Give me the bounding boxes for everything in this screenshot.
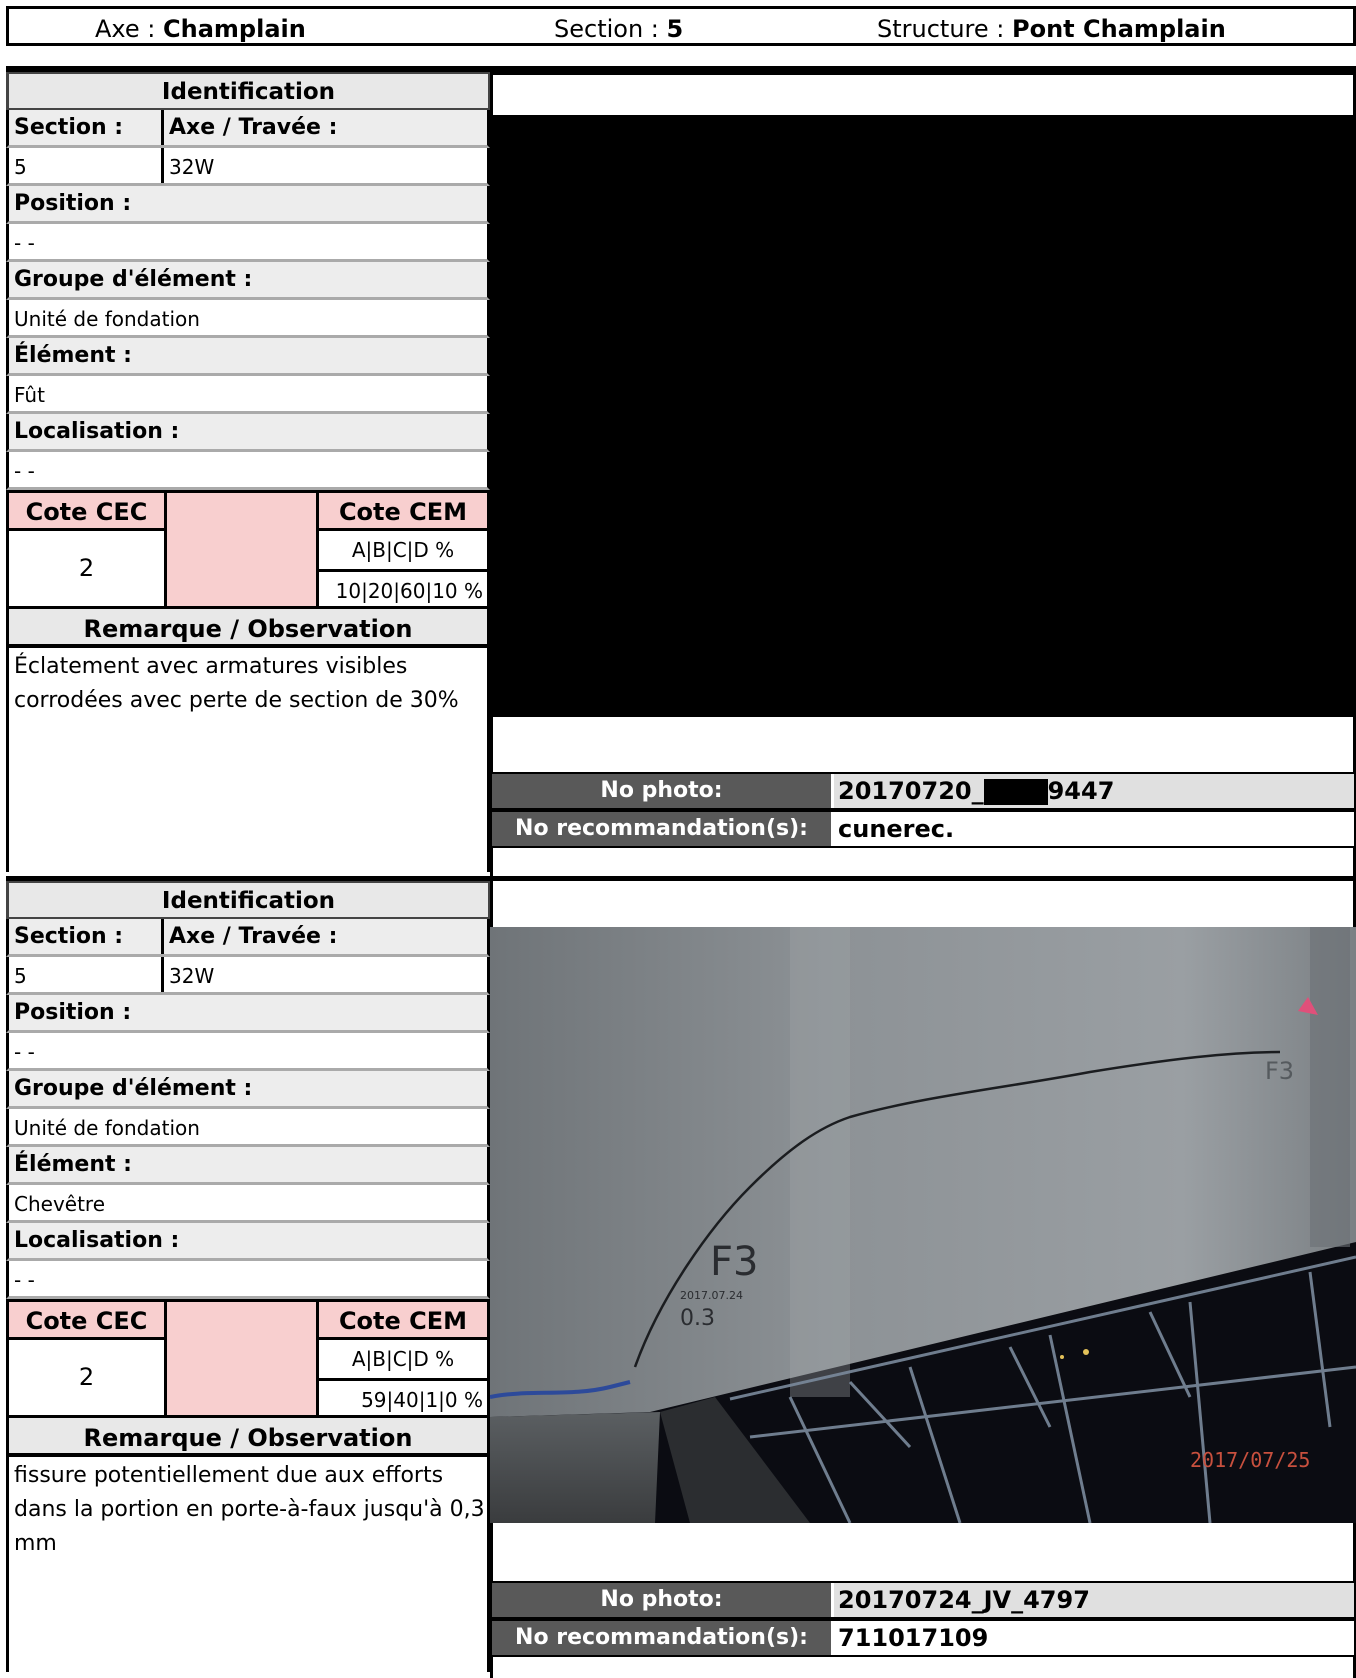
photo-marker-date: 2017.07.24 <box>680 1289 743 1302</box>
element-label: Élément : <box>6 1147 490 1185</box>
groupe-label: Groupe d'élément : <box>6 262 490 300</box>
inspection-record-2: Identification Section : Axe / Travée : … <box>6 881 1356 1678</box>
photo-number-value: 20170724_JV_4797 <box>834 1583 1354 1617</box>
section-label: Section : <box>9 919 164 954</box>
cote-section: Cote CEC 2 Cote CEM A|B|C|D % 10|20|60|1… <box>6 490 490 606</box>
photo-timestamp: 2017/07/25 <box>1190 1448 1310 1472</box>
cem-values: 10|20|60|10 % <box>319 569 487 607</box>
header-section: Section : 5 <box>554 15 683 43</box>
element-value: Fût <box>6 376 490 414</box>
remarque-title: Remarque / Observation <box>6 606 490 648</box>
localisation-value: - - <box>6 452 490 490</box>
photo-info-table: No photo: 20170724_JV_4797 No recommanda… <box>490 1581 1356 1678</box>
photo-frame <box>490 72 1356 786</box>
cote-section: Cote CEC 2 Cote CEM A|B|C|D % 59|40|1|0 … <box>6 1299 490 1415</box>
remarque-title: Remarque / Observation <box>6 1415 490 1457</box>
axe-travee-value: 32W <box>164 957 487 992</box>
cote-cec-value: 2 <box>78 1363 95 1391</box>
cote-cec-label: Cote CEC <box>9 493 164 531</box>
recommandation-row: No recommandation(s): 711017109 <box>490 1619 1356 1657</box>
groupe-label: Groupe d'élément : <box>6 1071 490 1109</box>
identification-title: Identification <box>6 881 490 919</box>
spacer <box>490 848 1356 876</box>
header-axe-label: Axe : <box>95 15 156 43</box>
identification-title: Identification <box>6 72 490 110</box>
header-section-value: 5 <box>666 15 684 43</box>
photo-number-row: No photo: 20170724_JV_4797 <box>490 1581 1356 1619</box>
position-value: - - <box>6 224 490 262</box>
cote-spacer <box>164 1302 319 1415</box>
axe-travee-value: 32W <box>164 148 487 183</box>
photo-crack-label-2: F3 <box>1265 1057 1294 1085</box>
groupe-value: Unité de fondation <box>6 300 490 338</box>
recommandation-label: No recommandation(s): <box>492 1621 834 1655</box>
inspection-record-1: Identification Section : Axe / Travée : … <box>6 72 1356 878</box>
element-value: Chevêtre <box>6 1185 490 1223</box>
photo-marker-width: 0.3 <box>680 1306 715 1331</box>
cem-header: A|B|C|D % <box>351 538 455 562</box>
cem-header: A|B|C|D % <box>351 1347 455 1371</box>
inspection-photo: F3 F3 2017.07.24 0.3 2017/07/25 <box>490 927 1356 1523</box>
photo-number-prefix: 20170720_ <box>838 777 984 805</box>
redacted-photo <box>490 115 1356 717</box>
header-axe: Axe : Champlain <box>95 15 306 43</box>
section-axe-labels: Section : Axe / Travée : <box>6 110 490 148</box>
section-axe-values: 5 32W <box>6 957 490 995</box>
photo-frame: F3 F3 2017.07.24 0.3 2017/07/25 <box>490 881 1356 1581</box>
axe-travee-label: Axe / Travée : <box>164 919 487 954</box>
section-value: 5 <box>9 957 164 992</box>
header-axe-value: Champlain <box>163 15 306 43</box>
recommandation-label: No recommandation(s): <box>492 812 834 846</box>
identification-panel: Identification Section : Axe / Travée : … <box>6 72 490 872</box>
localisation-label: Localisation : <box>6 1223 490 1261</box>
cote-spacer <box>164 493 319 606</box>
groupe-value: Unité de fondation <box>6 1109 490 1147</box>
recommandation-row: No recommandation(s): cunerec. <box>490 810 1356 848</box>
section-label: Section : <box>9 110 164 145</box>
axe-travee-label: Axe / Travée : <box>164 110 487 145</box>
recommandation-value: 711017109 <box>838 1624 989 1652</box>
section-axe-values: 5 32W <box>6 148 490 186</box>
header-structure-value: Pont Champlain <box>1012 15 1226 43</box>
photo-number-label: No photo: <box>492 774 834 808</box>
header-structure-label: Structure : <box>877 15 1005 43</box>
photo-number-row: No photo: 20170720_ 9447 <box>490 772 1356 810</box>
cote-cec-label: Cote CEC <box>9 1302 164 1340</box>
cote-cec-value: 2 <box>78 554 95 582</box>
photo-number-label: No photo: <box>492 1583 834 1617</box>
document-header: Axe : Champlain Section : 5 Structure : … <box>6 6 1356 46</box>
header-structure: Structure : Pont Champlain <box>877 15 1226 43</box>
cem-values: 59|40|1|0 % <box>319 1378 487 1416</box>
recommandation-value: cunerec. <box>838 815 955 843</box>
cote-cem-label: Cote CEM <box>319 493 487 531</box>
section-value: 5 <box>9 148 164 183</box>
photo-number-suffix: 9447 <box>1047 777 1115 805</box>
identification-panel: Identification Section : Axe / Travée : … <box>6 881 490 1672</box>
position-label: Position : <box>6 995 490 1033</box>
redaction-bar <box>983 779 1048 805</box>
header-section-label: Section : <box>554 15 659 43</box>
section-axe-labels: Section : Axe / Travée : <box>6 919 490 957</box>
element-label: Élément : <box>6 338 490 376</box>
remarque-text: fissure potentiellement due aux efforts … <box>6 1457 490 1672</box>
remarque-text: Éclatement avec armatures visibles corro… <box>6 648 490 872</box>
photo-number-value: 20170720_ 9447 <box>834 774 1354 808</box>
cote-cem-label: Cote CEM <box>319 1302 487 1340</box>
spacer <box>490 1657 1356 1678</box>
photo-info-table: No photo: 20170720_ 9447 No recommandatio… <box>490 772 1356 876</box>
localisation-value: - - <box>6 1261 490 1299</box>
localisation-label: Localisation : <box>6 414 490 452</box>
position-value: - - <box>6 1033 490 1071</box>
position-label: Position : <box>6 186 490 224</box>
photo-crack-label-1: F3 <box>710 1239 758 1285</box>
